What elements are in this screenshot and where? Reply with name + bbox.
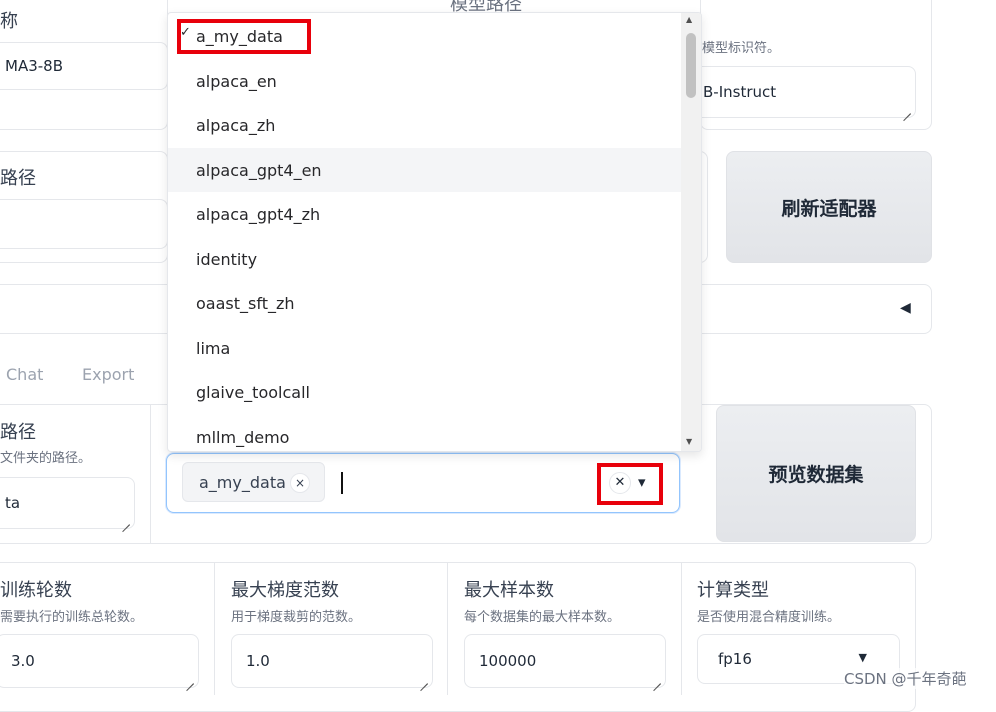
resize-grip-icon[interactable] xyxy=(122,517,130,525)
selected-dataset-label: a_my_data xyxy=(199,472,286,492)
dropdown-item[interactable]: oaast_sft_zh xyxy=(168,281,681,325)
dropdown-item[interactable]: alpaca_gpt4_zh xyxy=(168,192,681,236)
model-path-hint: 模型标识符。 xyxy=(702,41,781,56)
resize-grip-icon[interactable] xyxy=(186,676,194,684)
resize-grip-icon[interactable] xyxy=(653,676,661,684)
epochs-input[interactable]: 3.0 xyxy=(0,634,199,688)
dropdown-item-label: glaive_toolcall xyxy=(196,382,310,402)
model-path-value: B-Instruct xyxy=(703,83,777,101)
highlight-box-first-item xyxy=(177,19,311,54)
chip-remove-icon[interactable]: × xyxy=(290,473,310,493)
dataset-divider xyxy=(150,405,151,543)
dropdown-item[interactable]: alpaca_gpt4_en xyxy=(168,148,681,192)
adapter-path-input[interactable] xyxy=(0,199,168,249)
grad-norm-hint: 用于梯度裁剪的范数。 xyxy=(231,610,362,625)
dropdown-scrollbar[interactable]: ▲ ▼ xyxy=(681,13,701,451)
params-divider-2 xyxy=(447,563,448,695)
dropdown-item[interactable]: alpaca_zh xyxy=(168,103,681,147)
watermark: CSDN @千年奇葩 xyxy=(844,668,967,689)
dropdown-item-label: oaast_sft_zh xyxy=(196,293,295,313)
dropdown-item[interactable]: glaive_toolcall xyxy=(168,370,681,414)
refresh-adapters-button[interactable]: 刷新适配器 xyxy=(726,151,932,263)
dropdown-item-label: identity xyxy=(196,249,258,269)
model-name-label: 称 xyxy=(0,11,18,32)
compute-type-label: 计算类型 xyxy=(697,580,769,601)
dataset-dir-label: 路径 xyxy=(0,422,36,443)
tab-chat[interactable]: Chat xyxy=(6,365,43,384)
dropdown-item-label: alpaca_gpt4_zh xyxy=(196,204,321,224)
grad-norm-input[interactable]: 1.0 xyxy=(231,634,433,688)
max-samples-label: 最大样本数 xyxy=(464,580,554,601)
dropdown-item[interactable]: identity xyxy=(168,237,681,281)
dropdown-item[interactable]: alpaca_en xyxy=(168,59,681,103)
compute-type-hint: 是否使用混合精度训练。 xyxy=(697,610,841,625)
scroll-up-icon[interactable]: ▲ xyxy=(686,15,692,24)
selected-dataset-chip: a_my_data × xyxy=(182,462,325,502)
tab-export[interactable]: Export xyxy=(82,365,134,384)
max-samples-value: 100000 xyxy=(479,652,537,670)
epochs-value: 3.0 xyxy=(11,652,35,670)
epochs-label: 训练轮数 xyxy=(0,580,72,601)
params-divider-3 xyxy=(681,563,682,695)
text-cursor xyxy=(341,472,343,494)
highlight-box-clear xyxy=(597,463,663,505)
dropdown-item-label: alpaca_en xyxy=(196,71,277,91)
compute-type-value: fp16 xyxy=(718,650,752,668)
model-name-input[interactable]: MA3-8B xyxy=(0,42,168,90)
max-samples-input[interactable]: 100000 xyxy=(464,634,666,688)
adapter-path-label: 路径 xyxy=(0,168,36,189)
compute-type-arrow-icon[interactable]: ▼ xyxy=(859,651,867,664)
preview-dataset-button[interactable]: 预览数据集 xyxy=(716,405,916,542)
dataset-dir-hint: 文件夹的路径。 xyxy=(0,451,92,466)
max-samples-hint: 每个数据集的最大样本数。 xyxy=(464,610,621,625)
dropdown-item-label: mllm_demo xyxy=(196,427,290,447)
params-divider-1 xyxy=(214,563,215,695)
dataset-dir-value: ta xyxy=(5,494,21,512)
dropdown-item-label: alpaca_gpt4_en xyxy=(196,160,322,180)
scroll-down-icon[interactable]: ▼ xyxy=(686,437,692,446)
resize-grip-icon[interactable] xyxy=(420,676,428,684)
dataset-dir-input[interactable]: ta xyxy=(0,477,135,529)
dropdown-item-label: alpaca_zh xyxy=(196,115,276,135)
dropdown-item[interactable]: lima xyxy=(168,326,681,370)
model-path-input[interactable]: B-Instruct xyxy=(690,66,916,118)
resize-grip-icon[interactable] xyxy=(903,106,911,114)
dataset-dropdown-list[interactable]: ✓ a_my_data alpaca_en alpaca_zh alpaca_gp… xyxy=(167,12,702,452)
grad-norm-value: 1.0 xyxy=(246,652,270,670)
dropdown-item-label: lima xyxy=(196,338,231,358)
dropdown-item[interactable]: mllm_demo xyxy=(168,415,681,451)
epochs-hint: 需要执行的训练总轮数。 xyxy=(0,610,144,625)
collapse-icon[interactable]: ◀ xyxy=(900,300,911,316)
grad-norm-label: 最大梯度范数 xyxy=(231,580,339,601)
scrollbar-thumb[interactable] xyxy=(686,33,696,98)
model-name-value: MA3-8B xyxy=(5,57,63,75)
